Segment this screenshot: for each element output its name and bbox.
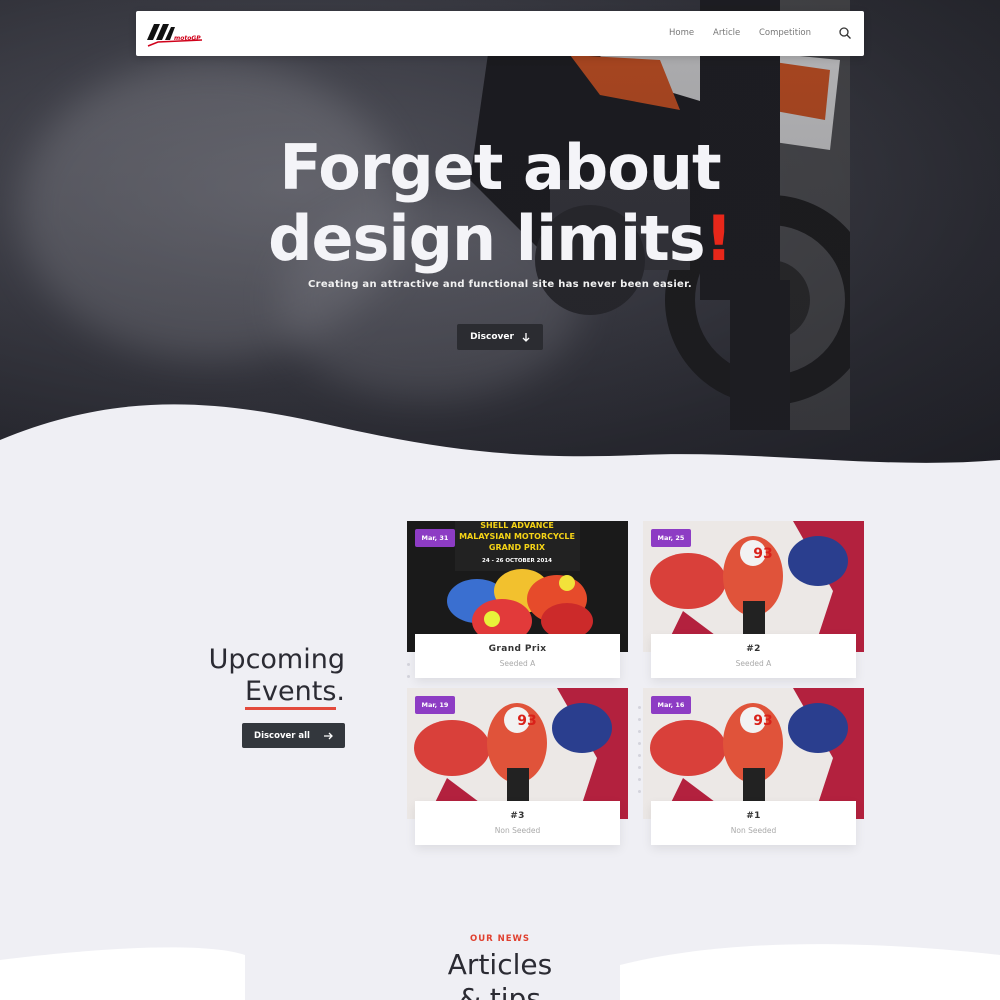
event-card[interactable]: 93 Mar, 25 #2 Seeded A <box>643 521 864 681</box>
hero-title-line1: Forget about <box>279 131 721 204</box>
navbar: motoGP Home Article Competition <box>136 11 864 56</box>
hero-subtitle: Creating an attractive and functional si… <box>307 279 693 290</box>
wave-divider <box>0 404 1000 480</box>
event-name: #3 <box>510 811 525 821</box>
event-card-info: #3 Non Seeded <box>415 801 620 845</box>
bike-number: 93 <box>753 546 772 562</box>
nav-link-home[interactable]: Home <box>669 28 694 38</box>
event-name: Grand Prix <box>488 644 547 654</box>
poster-line: MALAYSIAN MOTORCYCLE <box>459 532 575 541</box>
hero-title-text: design limits <box>268 202 706 275</box>
event-seed: Non Seeded <box>494 826 541 835</box>
event-seed: Seeded A <box>735 659 772 668</box>
nav-link-article[interactable]: Article <box>713 28 740 38</box>
date-badge: Mar, 16 <box>651 696 691 714</box>
discover-button-label: Discover <box>470 332 514 342</box>
events-heading-line1: Upcoming <box>208 644 345 675</box>
discover-all-button[interactable]: Discover all <box>242 723 345 748</box>
event-seed: Non Seeded <box>730 826 777 835</box>
hero-title-line2: design limits! <box>0 203 1000 275</box>
events-heading-line2: Events <box>244 676 337 710</box>
date-badge: Mar, 31 <box>415 529 455 547</box>
bike-number: 93 <box>753 713 772 729</box>
event-card[interactable]: 93 Mar, 19 #3 Non Seeded <box>407 688 628 848</box>
date-badge: Mar, 19 <box>415 696 455 714</box>
arrow-right-icon <box>323 732 333 739</box>
search-icon[interactable] <box>838 26 852 40</box>
news-title-line1: Articles <box>447 948 553 981</box>
motogp-logo[interactable]: motoGP <box>144 18 204 50</box>
date-badge: Mar, 25 <box>651 529 691 547</box>
events-heading-period: . <box>336 676 345 707</box>
nav-link-competition[interactable]: Competition <box>759 28 811 38</box>
poster-line: GRAND PRIX <box>489 543 546 552</box>
poster-line: SHELL ADVANCE <box>480 521 554 530</box>
arrow-down-icon <box>522 332 530 342</box>
hero-title-accent: ! <box>704 202 733 275</box>
event-card[interactable]: SHELL ADVANCE MALAYSIAN MOTORCYCLE GRAND… <box>407 521 628 681</box>
event-card-info: #1 Non Seeded <box>651 801 856 845</box>
event-card[interactable]: 93 Mar, 16 #1 Non Seeded <box>643 688 864 848</box>
event-name: #1 <box>746 811 761 821</box>
svg-text:motoGP: motoGP <box>174 35 201 42</box>
event-card-info: #2 Seeded A <box>651 634 856 678</box>
news-section-title: Articles & tips <box>0 948 1000 1000</box>
poster-line: 24 - 26 OCTOBER 2014 <box>482 558 552 564</box>
events-heading: Upcoming Events. <box>195 644 345 710</box>
event-seed: Seeded A <box>499 659 536 668</box>
bike-number: 93 <box>517 713 536 729</box>
event-name: #2 <box>746 644 761 654</box>
news-title-line2: & tips <box>459 982 541 1000</box>
event-card-info: Grand Prix Seeded A <box>415 634 620 678</box>
discover-all-label: Discover all <box>254 730 310 741</box>
news-section-label: OUR NEWS <box>469 934 531 944</box>
discover-button[interactable]: Discover <box>457 324 543 350</box>
